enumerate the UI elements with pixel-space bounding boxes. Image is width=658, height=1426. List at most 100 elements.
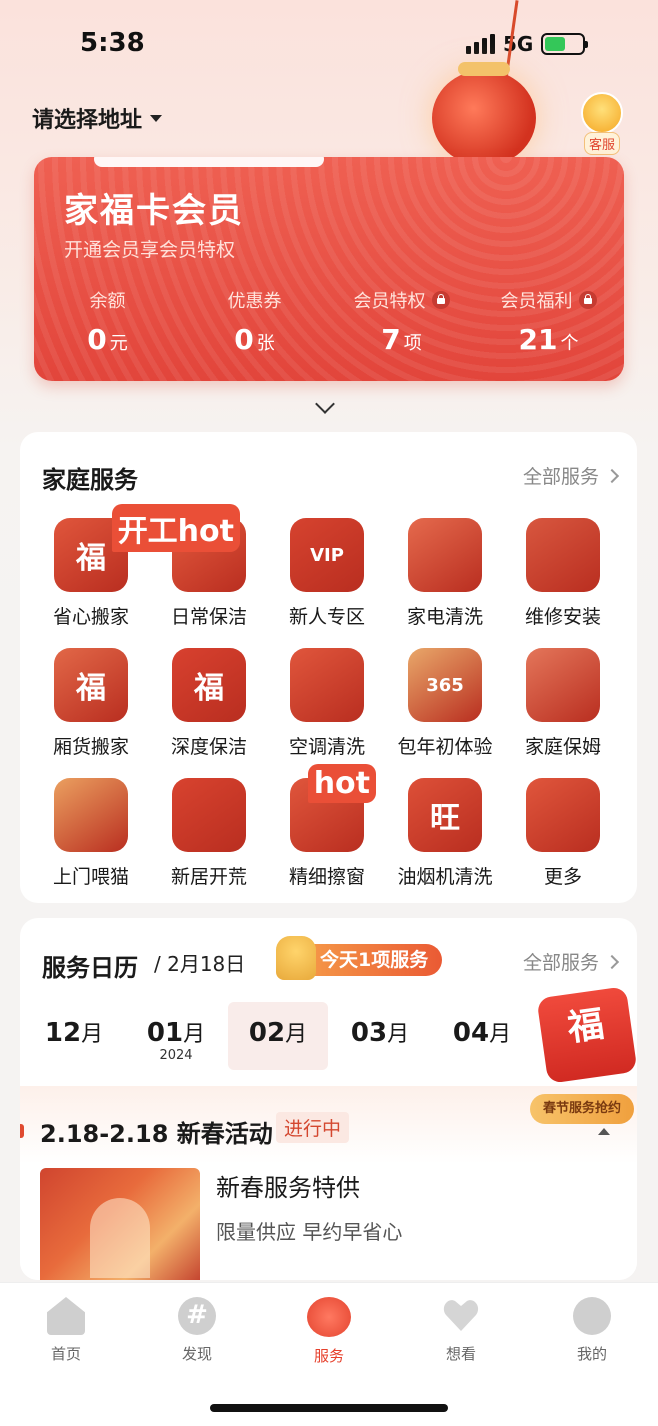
chevron-right-icon [604, 954, 620, 969]
chevron-right-icon [604, 468, 620, 483]
month-number: 02 [248, 1018, 286, 1048]
status-time: 5:38 [80, 28, 145, 58]
fu-envelope-icon[interactable]: 福 [536, 986, 637, 1084]
lantern-decoration-icon [432, 70, 536, 166]
member-card[interactable]: 家福卡会员 开通会员享会员特权 余额 0元 优惠券 0张 会员特权 7项 会员福… [34, 157, 624, 381]
home-icon [47, 1297, 85, 1335]
tiger-cat-icon [54, 778, 128, 852]
collapse-up-icon[interactable] [598, 1128, 610, 1135]
tab-label: 首页 [50, 1345, 81, 1363]
discover-icon [178, 1297, 216, 1335]
tab-label: 我的 [576, 1345, 607, 1363]
calendar-365-icon: 365 [408, 648, 482, 722]
event-description: 限量供应 早约早省心 [216, 1220, 403, 1244]
month-option[interactable]: 01月 2024 [126, 1002, 226, 1070]
month-option[interactable]: 02月 [228, 1002, 328, 1070]
service-item[interactable]: 家庭保姆 [504, 648, 622, 759]
month-number: 12 [44, 1018, 82, 1048]
spring-booking-button[interactable]: 春节服务抢约 [530, 1094, 634, 1124]
customer-service-button[interactable]: 客服 [578, 92, 626, 155]
service-item[interactable]: hot 精细擦窗 [268, 764, 386, 889]
stat-benefits[interactable]: 会员福利 21 个 [475, 287, 622, 356]
home-indicator[interactable] [210, 1404, 448, 1412]
range-hood-icon: 旺 [408, 778, 482, 852]
service-item[interactable]: 福深度保洁 [150, 648, 268, 759]
stat-balance[interactable]: 余额 0元 [34, 287, 181, 356]
stat-value: 7 [381, 323, 401, 356]
service-label: 深度保洁 [170, 736, 247, 758]
all-services-label: 全部服务 [522, 466, 599, 488]
tab-profile[interactable]: 我的 [542, 1297, 642, 1364]
calendar-date-text: 2月18日 [167, 952, 246, 976]
lock-icon [578, 291, 597, 309]
month-option[interactable]: 12月 [24, 1002, 124, 1070]
service-item[interactable]: 更多 [504, 778, 622, 889]
service-item[interactable]: 家电清洗 [386, 518, 504, 629]
service-label: 日常保洁 [170, 606, 247, 628]
event-marker [20, 1124, 24, 1138]
stat-privileges[interactable]: 会员特权 7项 [328, 287, 475, 356]
stat-label: 余额 [89, 291, 126, 312]
stat-label: 会员特权 [353, 291, 426, 312]
address-selector[interactable]: 请选择地址 [32, 102, 163, 134]
event-name[interactable]: 新春服务特供 [216, 1168, 360, 1203]
month-number: 04 [452, 1018, 490, 1048]
tab-wishlist[interactable]: 想看 [411, 1297, 511, 1364]
service-label: 新居开荒 [170, 866, 247, 888]
service-item[interactable]: 旺油烟机清洗 [386, 778, 504, 889]
service-item[interactable]: 上门喂猫 [32, 778, 150, 889]
service-label: 上门喂猫 [52, 866, 129, 888]
tab-home[interactable]: 首页 [16, 1297, 116, 1364]
today-badge[interactable]: 今天1项服务 [275, 936, 443, 980]
service-item[interactable]: 365 包年初体验 [386, 648, 504, 759]
service-item[interactable]: 维修安装 [504, 518, 622, 629]
event-status-badge: 进行中 [276, 1112, 350, 1143]
service-item[interactable]: 空调清洗 [268, 648, 386, 759]
service-label: 更多 [543, 866, 582, 888]
window-icon: hot [290, 764, 376, 852]
battery-icon [541, 33, 589, 55]
month-unit: 月 [489, 1022, 512, 1047]
service-label: 维修安装 [524, 606, 601, 628]
hot-tag: hot [307, 764, 376, 803]
stat-label: 会员福利 [500, 291, 573, 312]
service-glyph: 福 [194, 671, 224, 706]
member-card-title: 家福卡会员 [64, 191, 244, 231]
month-option[interactable]: 04月 [432, 1002, 532, 1070]
service-item[interactable]: VIP 新人专区 [268, 518, 386, 629]
customer-service-label: 客服 [583, 132, 620, 155]
all-services-link[interactable]: 全部服务 [522, 462, 620, 489]
service-label: 空调清洗 [288, 736, 365, 758]
service-label: 油烟机清洗 [397, 866, 493, 888]
section-title: 家庭服务 [42, 466, 138, 494]
tab-label: 发现 [181, 1345, 212, 1363]
event-image[interactable] [40, 1168, 200, 1280]
status-icons: 5G [466, 32, 589, 56]
service-glyph: 旺 [430, 801, 460, 836]
stat-value: 0 [87, 323, 107, 356]
stat-value: 0 [234, 323, 254, 356]
month-option[interactable]: 03月 [330, 1002, 430, 1070]
stat-coupons[interactable]: 优惠券 0张 [181, 287, 328, 356]
stat-unit: 项 [403, 333, 422, 354]
service-label: 厢货搬家 [52, 736, 129, 758]
tab-label: 想看 [445, 1345, 476, 1363]
service-label: 省心搬家 [52, 606, 129, 628]
month-unit: 月 [387, 1022, 410, 1047]
service-item[interactable]: 福厢货搬家 [32, 648, 150, 759]
tab-discover[interactable]: 发现 [147, 1297, 247, 1364]
service-calendar-panel: 服务日历 / 2月18日 今天1项服务 全部服务 12月 01月 2024 02月 03… [20, 918, 637, 1280]
family-services-panel: 家庭服务 全部服务 福 省心搬家 开工hot 日常保洁 VIP 新人专区 家电清洗 维修安装福… [20, 432, 637, 903]
service-item[interactable]: 开工hot 日常保洁 [111, 504, 268, 629]
drum-icon [172, 778, 246, 852]
month-year: 2024 [159, 1048, 193, 1063]
service-glyph: 福 [76, 671, 106, 706]
all-services-link[interactable]: 全部服务 [522, 948, 620, 975]
fish-dish-icon [526, 648, 600, 722]
tab-service[interactable]: 服务 [279, 1297, 379, 1366]
cleaning-bottle-icon: 开工hot [111, 504, 246, 592]
event-range: 2.18-2.18 新春活动 [40, 1120, 273, 1148]
service-item[interactable]: 新居开荒 [150, 778, 268, 889]
all-services-label: 全部服务 [522, 952, 599, 974]
truck-icon: 福 [54, 648, 128, 722]
